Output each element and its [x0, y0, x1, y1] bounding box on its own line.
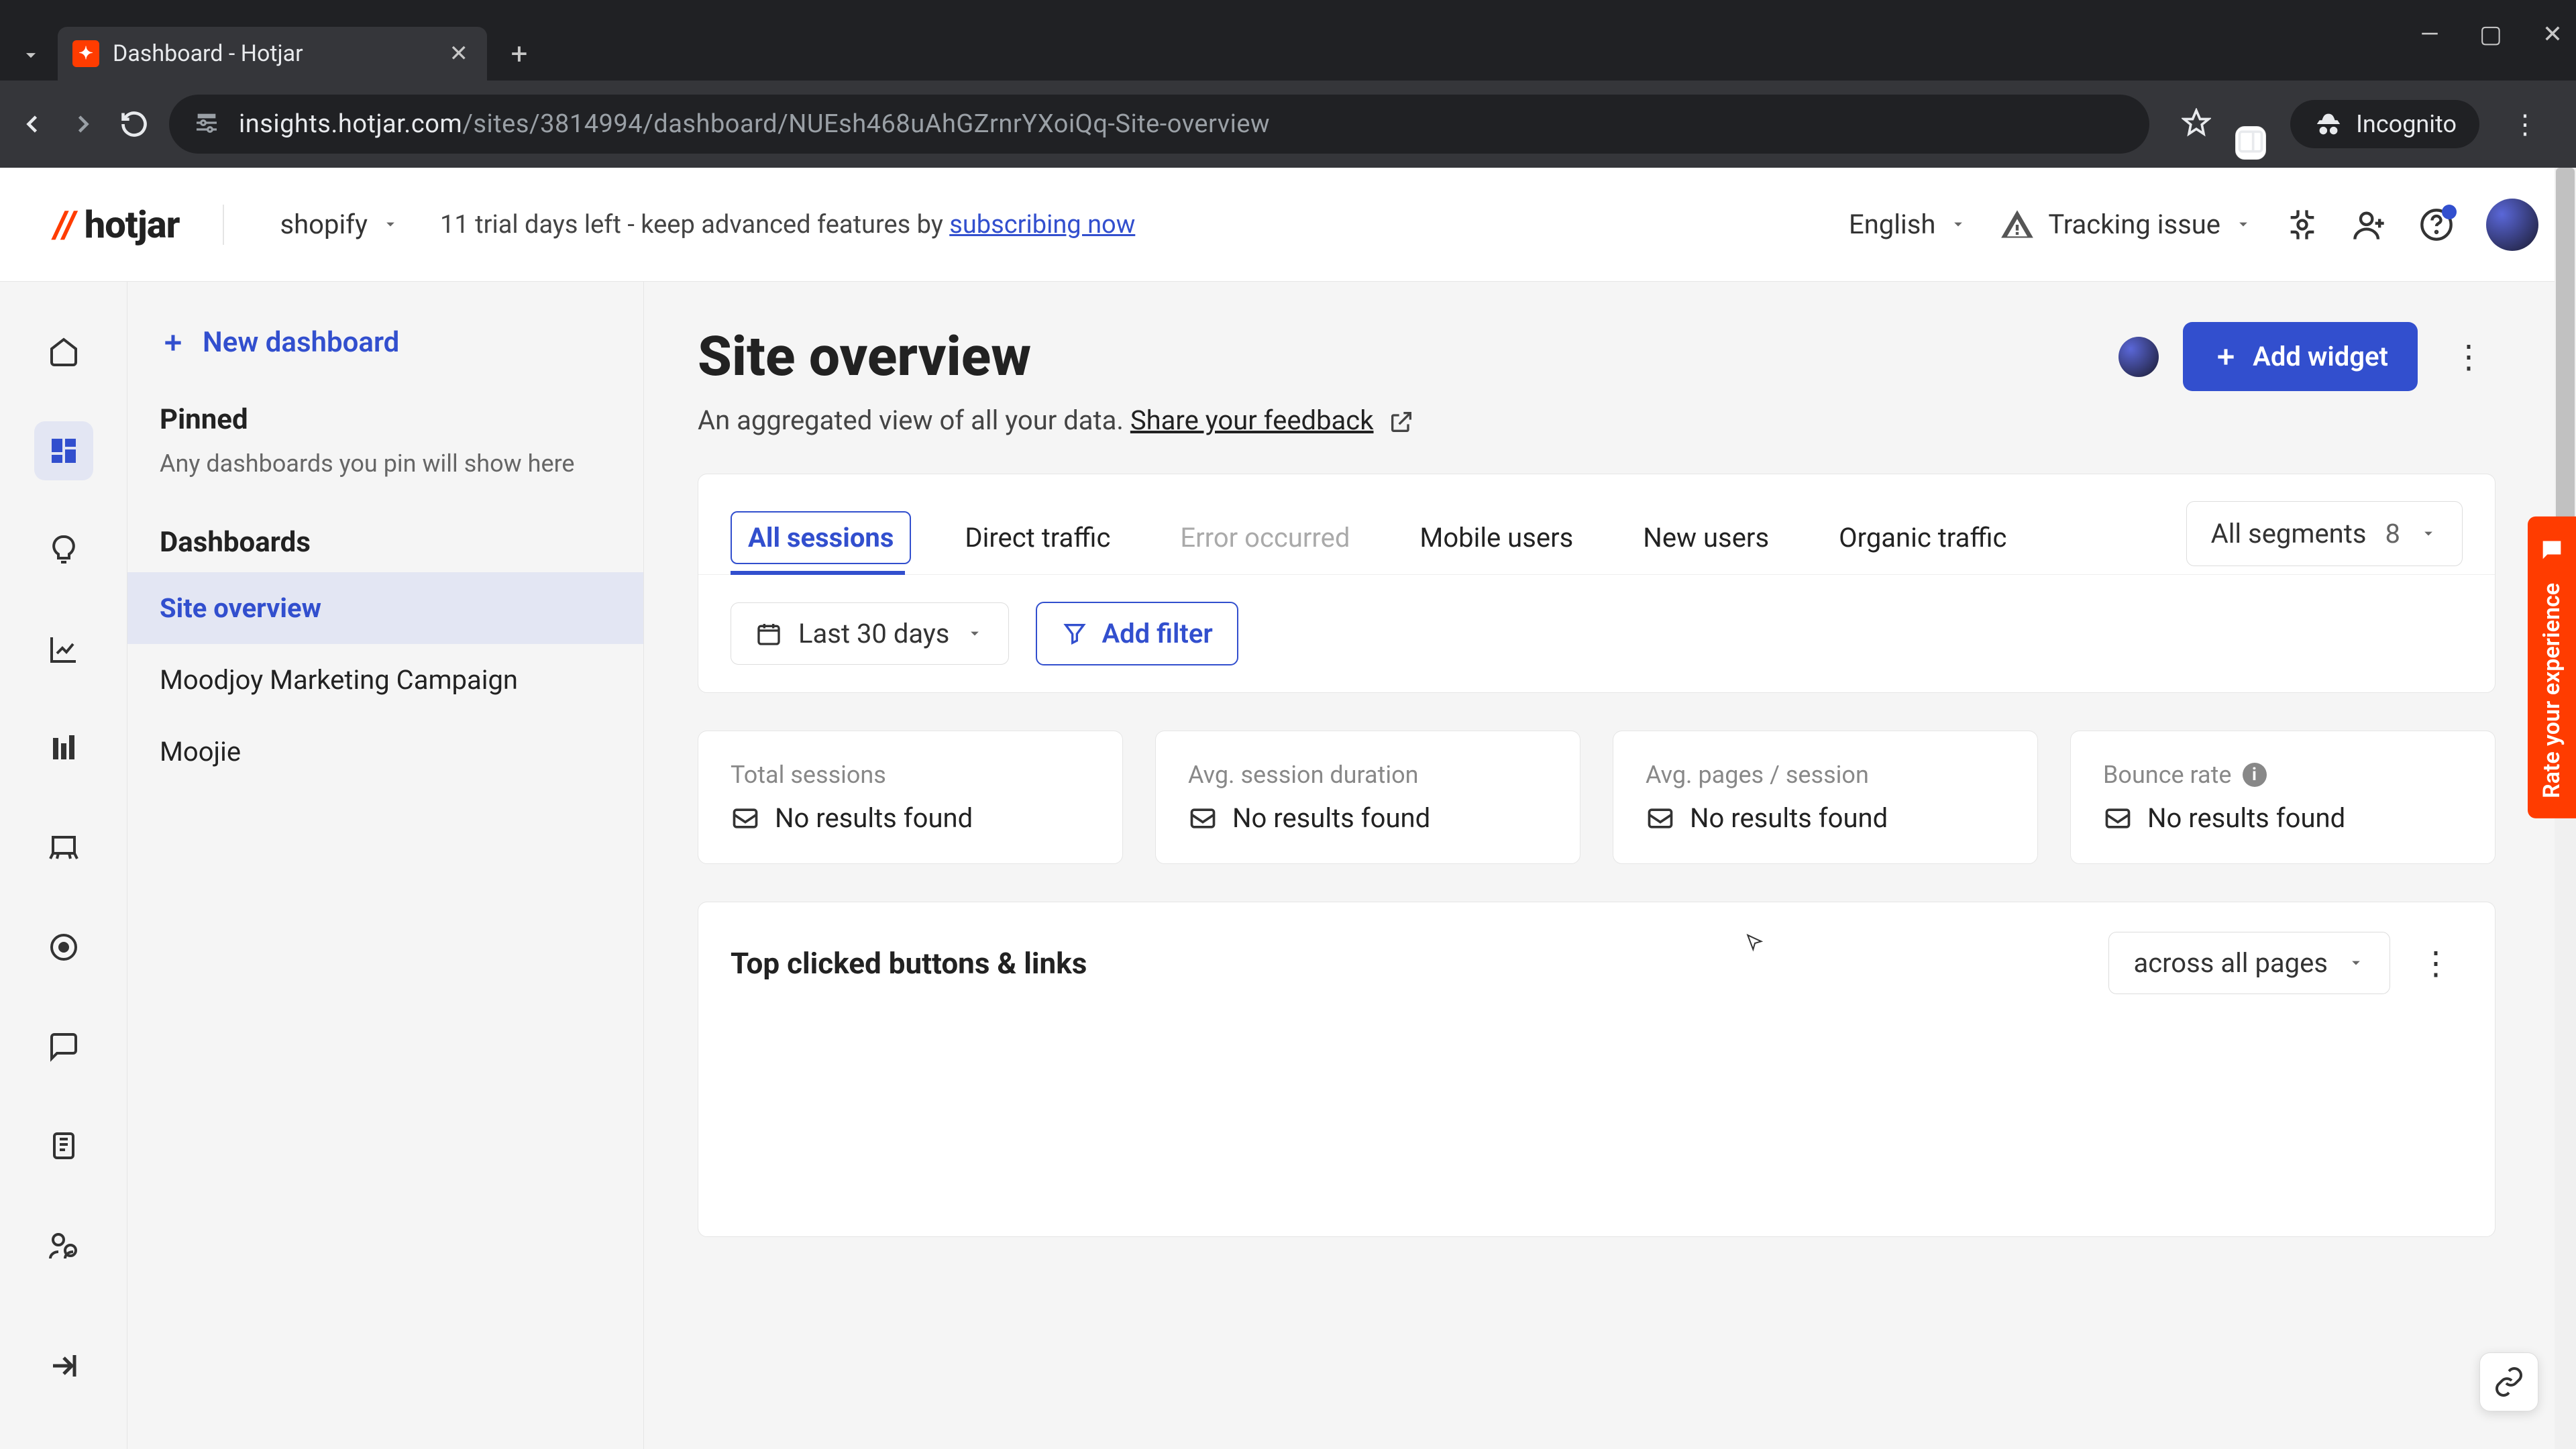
widget-title: Top clicked buttons & links — [731, 946, 2108, 981]
forward-button[interactable] — [67, 108, 99, 140]
pinned-heading: Pinned — [127, 371, 643, 449]
widget-top-clicked: Top clicked buttons & links across all p… — [698, 902, 2496, 1237]
widget-more-icon[interactable]: ⋮ — [2409, 944, 2463, 982]
rail-trends[interactable] — [34, 620, 93, 679]
rail-feedback[interactable] — [34, 1017, 93, 1076]
back-button[interactable] — [16, 108, 48, 140]
rail-dashboards[interactable] — [34, 421, 93, 480]
invite-icon[interactable] — [2352, 207, 2387, 242]
chevron-down-icon — [1949, 209, 1968, 240]
sidebar-item-moodjoy[interactable]: Moodjoy Marketing Campaign — [127, 644, 643, 716]
dashboards-sidepanel: New dashboard Pinned Any dashboards you … — [127, 282, 644, 1449]
app-topbar: // hotjar shopify 11 trial days left - k… — [0, 168, 2576, 282]
segment-error-occurred[interactable]: Error occurred — [1164, 513, 1366, 563]
info-icon[interactable]: i — [2243, 763, 2267, 787]
page-subtitle: An aggregated view of all your data. Sha… — [698, 405, 2496, 436]
metric-avg-duration: Avg. session duration No results found — [1155, 731, 1580, 864]
divider — [223, 205, 224, 245]
help-icon[interactable] — [2419, 207, 2454, 242]
side-panel-icon[interactable] — [2235, 126, 2266, 160]
trial-banner: 11 trial days left - keep advanced featu… — [440, 210, 1135, 239]
browser-menu-icon[interactable]: ⋮ — [2504, 109, 2546, 140]
integrations-icon[interactable] — [2285, 207, 2320, 242]
main-content: Site overview Add widget ⋮ An aggregated… — [644, 282, 2576, 1449]
new-dashboard-button[interactable]: New dashboard — [127, 314, 643, 371]
rail-heatmaps[interactable] — [34, 818, 93, 877]
nav-rail — [0, 282, 127, 1449]
tab-title: Dashboard - Hotjar — [113, 40, 303, 67]
metric-bounce-rate: Bounce ratei No results found — [2070, 731, 2496, 864]
user-avatar[interactable] — [2486, 199, 2538, 251]
widget-scope-dropdown[interactable]: across all pages — [2108, 932, 2390, 994]
tracking-status[interactable]: Tracking issue — [2000, 207, 2253, 242]
incognito-badge[interactable]: Incognito — [2290, 100, 2479, 148]
hotjar-favicon-icon: ✦ — [72, 40, 99, 67]
site-settings-icon[interactable] — [193, 109, 220, 139]
warning-icon — [2000, 207, 2035, 242]
chevron-down-icon — [2234, 209, 2253, 240]
rate-experience-tab[interactable]: Rate your experience — [2528, 517, 2576, 818]
subscribe-link[interactable]: subscribing now — [949, 210, 1135, 239]
add-widget-button[interactable]: Add widget — [2183, 322, 2418, 391]
dashboards-heading: Dashboards — [127, 494, 643, 572]
segment-direct-traffic[interactable]: Direct traffic — [949, 513, 1126, 563]
minimize-icon[interactable]: — — [2420, 20, 2439, 48]
share-feedback-link[interactable]: Share your feedback — [1130, 405, 1374, 436]
browser-tab-active[interactable]: ✦ Dashboard - Hotjar ✕ — [58, 27, 487, 80]
rail-surveys[interactable] — [34, 1116, 93, 1175]
copy-link-fab[interactable] — [2479, 1352, 2538, 1411]
pinned-empty-text: Any dashboards you pin will show here — [127, 449, 643, 494]
page-more-icon[interactable]: ⋮ — [2442, 337, 2496, 376]
rail-expand[interactable] — [34, 1336, 93, 1395]
segment-organic-traffic[interactable]: Organic traffic — [1823, 513, 2023, 563]
maximize-icon[interactable]: ▢ — [2479, 20, 2502, 48]
metric-avg-pages: Avg. pages / session No results found — [1613, 731, 2038, 864]
add-filter-button[interactable]: Add filter — [1036, 602, 1238, 665]
owner-avatar[interactable] — [2118, 337, 2159, 377]
external-link-icon — [1388, 409, 1415, 435]
sidebar-item-site-overview[interactable]: Site overview — [127, 572, 643, 644]
close-tab-icon[interactable]: ✕ — [449, 40, 469, 67]
metrics-row: Total sessions No results found Avg. ses… — [698, 731, 2496, 864]
metric-total-sessions: Total sessions No results found — [698, 731, 1123, 864]
page-title: Site overview — [698, 325, 2094, 389]
browser-address-bar: insights.hotjar.com/sites/3814994/dashbo… — [0, 80, 2576, 168]
language-picker[interactable]: English — [1849, 209, 1968, 240]
chat-icon — [2538, 537, 2565, 570]
hotjar-logo-text: hotjar — [85, 203, 180, 247]
tab-search-dropdown[interactable] — [11, 35, 51, 75]
new-tab-button[interactable]: + — [503, 38, 535, 70]
active-segment-underline — [731, 571, 905, 575]
reload-button[interactable] — [118, 108, 150, 140]
site-picker[interactable]: shopify — [267, 202, 414, 247]
rail-home[interactable] — [34, 322, 93, 381]
date-range-picker[interactable]: Last 30 days — [731, 602, 1009, 665]
chevron-down-icon — [381, 209, 400, 240]
rail-highlights[interactable] — [34, 521, 93, 580]
url-field[interactable]: insights.hotjar.com/sites/3814994/dashbo… — [169, 95, 2149, 154]
segment-mobile-users[interactable]: Mobile users — [1403, 513, 1589, 563]
chevron-down-icon — [965, 618, 984, 649]
chevron-down-icon — [2347, 947, 2365, 979]
close-window-icon[interactable]: ✕ — [2542, 20, 2563, 48]
chevron-down-icon — [2419, 518, 2438, 549]
scrollbar-track[interactable] — [2555, 282, 2576, 1449]
hotjar-logo[interactable]: // hotjar — [54, 203, 180, 247]
browser-tabbar: ✦ Dashboard - Hotjar ✕ + — ▢ ✕ — [0, 0, 2576, 80]
window-controls: — ▢ ✕ — [2420, 20, 2563, 48]
hotjar-logo-icon: // — [50, 203, 79, 247]
filters-panel: All sessions Direct traffic Error occurr… — [698, 474, 2496, 693]
rail-engage[interactable] — [34, 1216, 93, 1275]
segment-all-sessions[interactable]: All sessions — [731, 511, 911, 564]
url-text: insights.hotjar.com/sites/3814994/dashbo… — [239, 109, 1270, 139]
segment-new-users[interactable]: New users — [1627, 513, 1785, 563]
bookmark-icon[interactable] — [2182, 108, 2211, 140]
sidebar-item-moojie[interactable]: Moojie — [127, 716, 643, 788]
rail-funnels[interactable] — [34, 719, 93, 778]
all-segments-dropdown[interactable]: All segments 8 — [2186, 501, 2463, 566]
rail-recordings[interactable] — [34, 918, 93, 977]
